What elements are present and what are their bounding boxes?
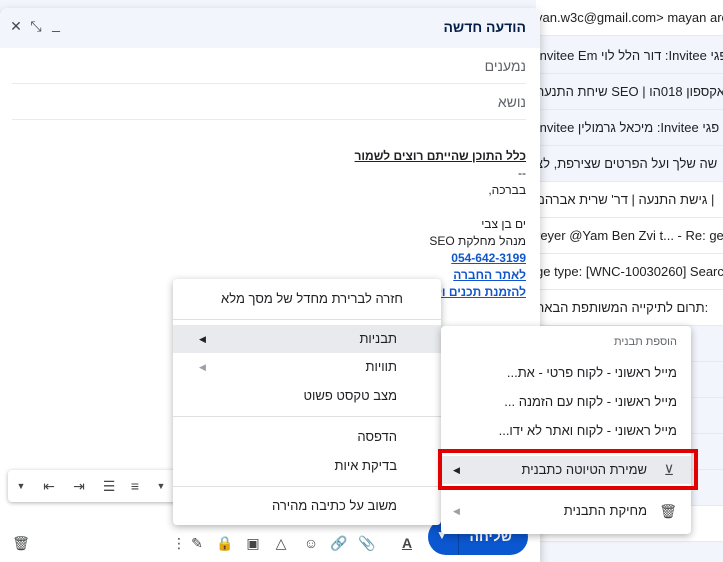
menu-divider bbox=[173, 319, 441, 320]
inbox-row[interactable]: שיחת התנעה SEO | אקספון 018הו bbox=[536, 74, 723, 110]
inbox-row[interactable]: Invitee מיכאל גרמולין :Invitee פגי bbox=[536, 110, 723, 146]
templates-submenu: הוספת תבנית מייל ראשוני - לקוח פרטי - את… bbox=[441, 326, 691, 534]
inbox-row[interactable]: גישת התנעה | דר' שרית אברהם | bbox=[536, 182, 723, 218]
delete-icon: 🗑 bbox=[659, 503, 677, 519]
chevron-left-icon: ◀ bbox=[199, 334, 206, 344]
recipients-field[interactable]: נמענים bbox=[12, 48, 526, 84]
inbox-row[interactable]: yan.w3c@gmail.com> mayan aro bbox=[536, 0, 723, 36]
body-line: בברכה, bbox=[488, 183, 526, 197]
inbox-row[interactable]: תרום לתיקייה המשותפת הבאה: bbox=[536, 290, 723, 326]
submenu-heading: הוספת תבנית bbox=[614, 336, 677, 348]
attach-file-icon[interactable]: 📎 bbox=[358, 534, 376, 552]
inbox-row[interactable]: reyer @Yam Ben Zvi t... - Re: get bbox=[536, 218, 723, 254]
subject-field[interactable]: נושא bbox=[12, 84, 526, 120]
chevron-left-icon: ◀ bbox=[453, 506, 460, 516]
compose-header: הודעה חדשה _ ⤡ ✕ bbox=[0, 8, 540, 48]
menu-item-spell-check[interactable]: בדיקת איות bbox=[173, 452, 441, 480]
more-options-menu: חזרה לברירת מחדל של מסך מלא תבניות ◀ תוו… bbox=[173, 279, 441, 525]
insert-link-icon[interactable]: 🔗 bbox=[330, 534, 348, 552]
menu-divider bbox=[173, 416, 441, 417]
subject-placeholder: נושא bbox=[497, 94, 526, 110]
highlight-box bbox=[438, 449, 698, 490]
inbox-row[interactable]: ge type: [WNC-10030260] Searc bbox=[536, 254, 723, 290]
template-item[interactable]: מייל ראשוני - לקוח עם הזמנה ... bbox=[441, 388, 691, 416]
signature-title: מנהל מחלקת SEO bbox=[429, 234, 526, 248]
close-icon[interactable]: ✕ bbox=[8, 18, 24, 34]
signature-pen-icon[interactable]: ✎ bbox=[188, 534, 206, 552]
confidential-mode-icon[interactable]: 🔒 bbox=[216, 534, 234, 552]
emoji-icon[interactable]: ☺ bbox=[302, 534, 320, 552]
body-line: כלל התוכן שהייתם רוצים לשמור bbox=[354, 149, 527, 163]
menu-item-print[interactable]: הדפסה bbox=[173, 423, 441, 451]
menu-item-full-screen[interactable]: חזרה לברירת מחדל של מסך מלא bbox=[173, 285, 441, 313]
menu-item-templates[interactable]: תבניות ◀ bbox=[173, 325, 441, 353]
google-drive-icon[interactable]: △ bbox=[272, 534, 290, 552]
chevron-left-icon: ◀ bbox=[199, 362, 206, 372]
recipients-placeholder: נמענים bbox=[484, 58, 526, 74]
inbox-row[interactable]: Invitee Em דור הלל לוי :Invitee פגי bbox=[536, 38, 723, 74]
discard-draft-icon[interactable]: 🗑 bbox=[12, 534, 30, 552]
expand-icon[interactable]: ⤡ bbox=[28, 18, 44, 34]
signature-phone-link[interactable]: 054-642-3199 bbox=[26, 250, 526, 267]
formatting-options-icon[interactable]: A bbox=[398, 534, 416, 552]
numbered-list-icon[interactable]: ≡ bbox=[126, 477, 144, 495]
indent-less-icon[interactable]: ⇤ bbox=[40, 477, 58, 495]
insert-photo-icon[interactable]: ▣ bbox=[244, 534, 262, 552]
bulleted-list-icon[interactable]: ☰ bbox=[100, 477, 118, 495]
inbox-row[interactable]: שה שלך ועל הפרטים שצירפת, לצ bbox=[536, 146, 723, 182]
indent-more-icon[interactable]: ⇥ bbox=[70, 477, 88, 495]
menu-item-smart-compose-feedback[interactable]: משוב על כתיבה מהירה bbox=[173, 492, 441, 520]
delete-template[interactable]: 🗑 מחיקת התבנית ◀ bbox=[441, 497, 691, 525]
menu-item-plain-text[interactable]: מצב טקסט פשוט bbox=[173, 382, 441, 410]
menu-item-labels[interactable]: תוויות ◀ bbox=[173, 353, 441, 381]
compose-title: הודעה חדשה bbox=[443, 19, 526, 35]
minimize-icon[interactable]: _ bbox=[48, 16, 64, 32]
formatting-toolbar: ▼ ⇤ ⇥ ☰ ≡ ▼ ≡ bbox=[8, 470, 188, 502]
template-item[interactable]: מייל ראשוני - לקוח ואתר לא ידו... bbox=[441, 417, 691, 445]
body-line bbox=[26, 199, 526, 216]
signature-name: ים בן צבי bbox=[481, 217, 526, 231]
signature-separator: -- bbox=[518, 166, 526, 180]
more-options-icon[interactable]: ⋮ bbox=[170, 534, 188, 552]
menu-divider bbox=[173, 486, 441, 487]
template-item[interactable]: מייל ראשוני - לקוח פרטי - את... bbox=[441, 359, 691, 387]
more-formatting-dropdown-icon[interactable]: ▼ bbox=[12, 477, 30, 495]
